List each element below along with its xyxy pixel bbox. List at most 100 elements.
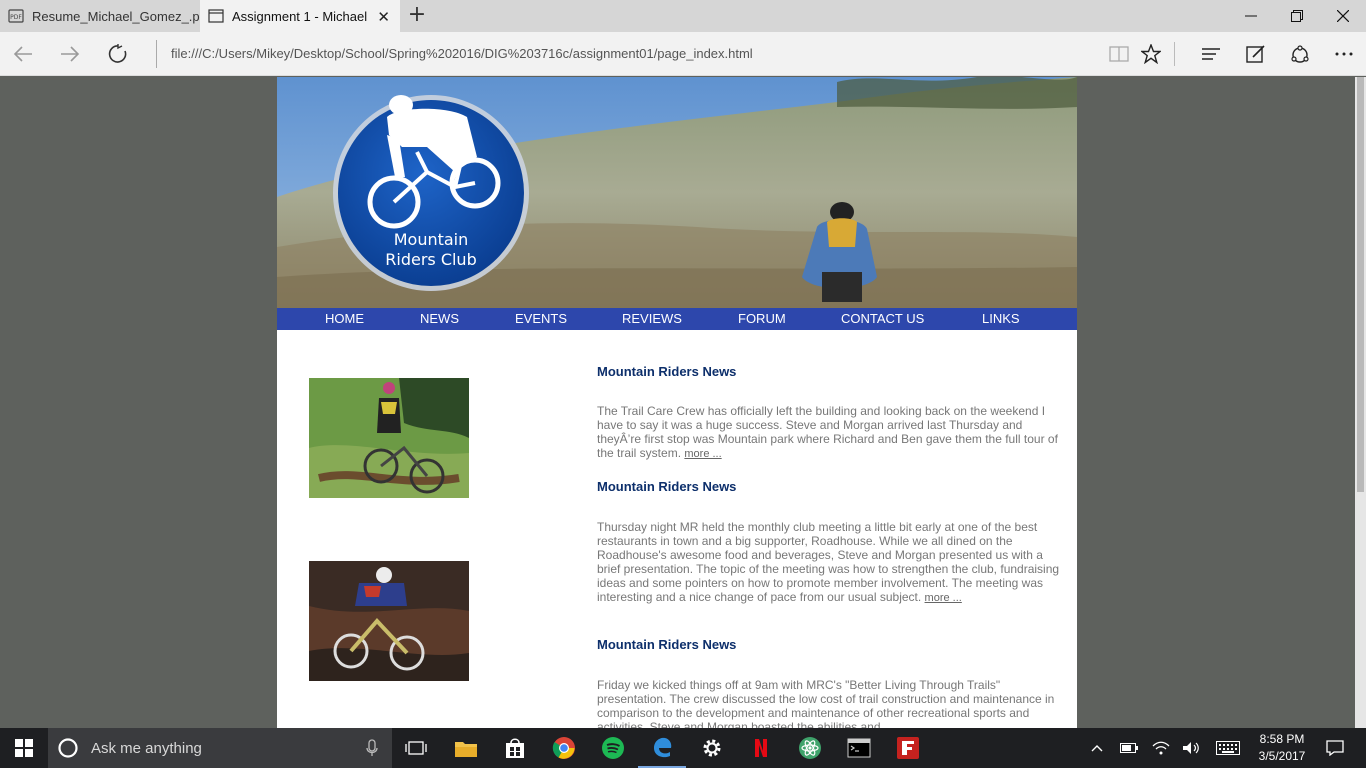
touch-keyboard-button[interactable] [1212, 728, 1244, 768]
menu-news[interactable]: NEWS [420, 308, 459, 330]
wifi-icon [1152, 741, 1170, 755]
command-prompt-button[interactable] [835, 728, 883, 768]
news-title: Mountain Riders News [597, 637, 737, 652]
news-body: Thursday night MR held the monthly club … [597, 520, 1067, 605]
network-status[interactable] [1148, 728, 1174, 768]
netflix-icon [751, 737, 771, 759]
volume-control[interactable] [1178, 728, 1204, 768]
tab-resume[interactable]: PDF Resume_Michael_Gomez_.p [0, 0, 200, 32]
header-banner: Mountain Riders Club [277, 77, 1077, 308]
store-button[interactable] [491, 728, 539, 768]
chevron-up-icon [1091, 745, 1103, 752]
toolbar-separator [1174, 42, 1175, 66]
logo-line-1: Mountain [393, 230, 469, 249]
close-tab-icon[interactable]: ✕ [377, 8, 390, 26]
task-view-button[interactable] [392, 728, 440, 768]
rider-photo-2 [309, 561, 469, 681]
more-link[interactable]: more ... [684, 448, 721, 460]
keyboard-icon [1216, 741, 1240, 755]
tab-assignment[interactable]: Assignment 1 - Michael ✕ [200, 0, 400, 32]
menu-home[interactable]: HOME [325, 308, 364, 330]
tab-title: Resume_Michael_Gomez_.p [32, 8, 200, 24]
news-text: The Trail Care Crew has officially left … [597, 404, 1058, 460]
battery-icon [1120, 743, 1138, 753]
close-window-button[interactable] [1320, 0, 1366, 32]
microphone-icon [366, 739, 378, 756]
filezilla-button[interactable] [884, 728, 932, 768]
settings-button[interactable] [688, 728, 736, 768]
favorite-button[interactable] [1128, 32, 1174, 76]
tab-title: Assignment 1 - Michael [232, 8, 368, 24]
spotify-icon [602, 737, 624, 759]
menu-links[interactable]: LINKS [982, 308, 1020, 330]
vertical-scrollbar[interactable] [1355, 77, 1366, 728]
share-button[interactable] [1277, 32, 1323, 76]
action-center-button[interactable] [1318, 728, 1352, 768]
logo-line-2: Riders Club [385, 250, 477, 269]
folder-icon [455, 742, 477, 757]
menu-forum[interactable]: FORUM [738, 308, 786, 330]
tab-bar: PDF Resume_Michael_Gomez_.p Assignment 1… [0, 0, 1366, 32]
atom-button[interactable] [786, 728, 834, 768]
system-clock[interactable]: 8:58 PM 3/5/2017 [1250, 731, 1314, 765]
rider-photo-1 [309, 378, 469, 498]
more-dots-icon [1335, 52, 1353, 56]
banner-photo [277, 77, 1077, 308]
share-icon [1291, 45, 1309, 63]
logo-text: Mountain Riders Club [371, 230, 491, 270]
chrome-button[interactable] [540, 728, 588, 768]
clock-date: 3/5/2017 [1258, 749, 1306, 763]
edge-button[interactable] [638, 728, 686, 768]
web-page: Mountain Riders Club HOME NEWS EVENTS RE… [277, 77, 1077, 728]
news-body: The Trail Care Crew has officially left … [597, 404, 1067, 461]
file-explorer-button[interactable] [442, 728, 490, 768]
restore-button[interactable] [1274, 0, 1320, 32]
taskbar: Ask me anything 8:58 PM 3/5/2017 [0, 728, 1366, 768]
refresh-button[interactable] [95, 32, 141, 76]
search-placeholder: Ask me anything [91, 739, 202, 757]
back-arrow-icon [13, 46, 32, 62]
notification-icon [1326, 740, 1344, 756]
hub-icon [1202, 48, 1220, 60]
refresh-icon [108, 44, 127, 63]
book-icon [1109, 46, 1129, 62]
menu-reviews[interactable]: REVIEWS [622, 308, 682, 330]
spotify-button[interactable] [589, 728, 637, 768]
news-title: Mountain Riders News [597, 479, 737, 494]
terminal-icon [847, 738, 871, 758]
netflix-button[interactable] [737, 728, 785, 768]
hub-button[interactable] [1188, 32, 1234, 76]
back-button[interactable] [0, 32, 46, 76]
news-body: Friday we kicked things off at 9am with … [597, 678, 1067, 728]
navigation-bar: file:///C:/Users/Mikey/Desktop/School/Sp… [0, 32, 1366, 76]
news-text: Thursday night MR held the monthly club … [597, 520, 1060, 604]
scrollbar-thumb[interactable] [1357, 77, 1364, 492]
forward-arrow-icon [61, 46, 80, 62]
battery-status[interactable] [1116, 728, 1142, 768]
web-note-button[interactable] [1233, 32, 1279, 76]
menu-events[interactable]: EVENTS [515, 308, 567, 330]
pen-note-icon [1246, 45, 1265, 63]
menu-contact-us[interactable]: CONTACT US [841, 308, 924, 330]
filezilla-icon [897, 737, 919, 759]
minimize-button[interactable] [1228, 0, 1274, 32]
page-viewport: Mountain Riders Club HOME NEWS EVENTS RE… [0, 77, 1355, 728]
star-icon [1141, 44, 1161, 64]
forward-button[interactable] [47, 32, 93, 76]
cortana-search-box[interactable]: Ask me anything [48, 728, 392, 768]
start-button[interactable] [0, 728, 48, 768]
address-bar[interactable]: file:///C:/Users/Mikey/Desktop/School/Sp… [156, 40, 1096, 68]
new-tab-button[interactable]: + [404, 4, 430, 28]
svg-text:PDF: PDF [10, 14, 22, 21]
edge-icon [654, 737, 672, 758]
cortana-circle-icon [58, 738, 78, 758]
clock-time: 8:58 PM [1259, 732, 1305, 746]
more-button[interactable] [1321, 32, 1366, 76]
show-hidden-icons-button[interactable] [1086, 728, 1108, 768]
news-title: Mountain Riders News [597, 364, 737, 379]
task-view-icon [405, 741, 427, 755]
main-menu: HOME NEWS EVENTS REVIEWS FORUM CONTACT U… [277, 308, 1077, 330]
news-text: Friday we kicked things off at 9am with … [597, 678, 1055, 728]
more-link[interactable]: more ... [925, 592, 962, 604]
windows-logo-icon [15, 739, 33, 757]
